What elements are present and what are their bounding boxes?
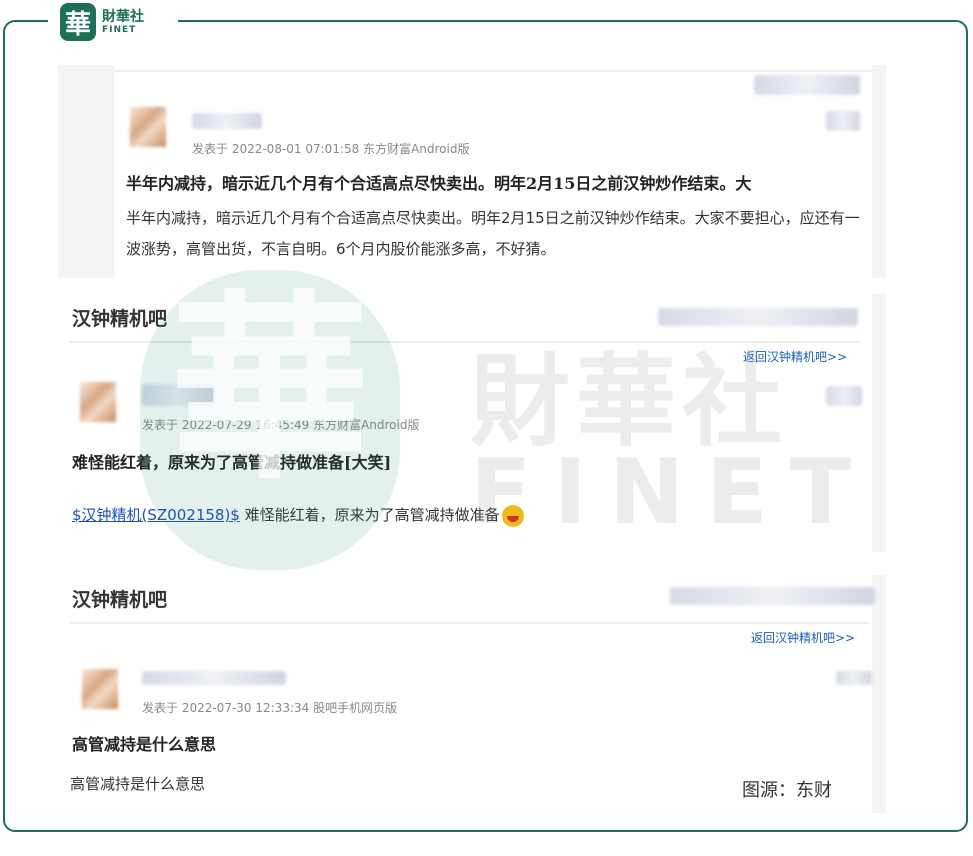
- blurred-username[interactable]: [192, 113, 262, 129]
- section-title[interactable]: 汉钟精机吧: [72, 585, 167, 612]
- blurred-username[interactable]: [142, 384, 214, 406]
- image-source-caption: 图源：东财: [742, 780, 832, 801]
- avatar[interactable]: [130, 107, 166, 147]
- avatar[interactable]: [80, 382, 116, 422]
- avatar[interactable]: [82, 669, 118, 709]
- back-to-forum-link[interactable]: 返回汉钟精机吧>>: [743, 348, 847, 365]
- blurred-username[interactable]: [142, 671, 286, 685]
- stock-link[interactable]: $汉钟精机(SZ002158)$: [72, 506, 240, 524]
- blurred-header-info: [658, 308, 858, 326]
- brand-logo: 華 財華社 FINET: [48, 0, 178, 44]
- brand-name-cn: 財華社: [102, 8, 144, 25]
- post-body: 难怪能红着，原来为了高管减持做准备: [239, 506, 500, 524]
- top-rule: [114, 70, 872, 72]
- blurred-username-header: [754, 75, 860, 95]
- post-body: 高管减持是什么意思: [70, 775, 206, 793]
- post-body-line: $汉钟精机(SZ002158)$ 难怪能红着，原来为了高管减持做准备: [72, 500, 524, 531]
- post-body: 半年内减持，暗示近几个月有个合适高点尽快卖出。明年2月15日之前汉钟炒作结束。大…: [126, 209, 860, 258]
- section-divider: [70, 622, 868, 624]
- section-title[interactable]: 汉钟精机吧: [72, 304, 167, 331]
- blurred-badge: [836, 671, 872, 685]
- post-title[interactable]: 难怪能红着，原来为了高管减持做准备[大笑]: [72, 449, 391, 473]
- finet-logo-icon: 華: [60, 3, 96, 41]
- blurred-header-info: [670, 587, 875, 605]
- blurred-badge: [826, 386, 862, 406]
- post-title[interactable]: 高管减持是什么意思: [72, 731, 216, 755]
- post-card-2: 汉钟精机吧 返回汉钟精机吧>> 发表于 2022-07-29 16:45:49 …: [58, 294, 886, 552]
- back-to-forum-link[interactable]: 返回汉钟精机吧>>: [751, 629, 855, 646]
- laugh-emoji-icon: [501, 504, 524, 527]
- brand-name-en: FINET: [102, 24, 137, 35]
- post-meta: 发表于 2022-07-30 12:33:34 股吧手机网页版: [142, 701, 398, 715]
- post-meta: 发表于 2022-07-29 16:45:49 东方财富Android版: [142, 418, 420, 432]
- blurred-badge: [826, 111, 860, 131]
- post-card-1: 发表于 2022-08-01 07:01:58 东方财富Android版 半年内…: [58, 65, 886, 278]
- post-title[interactable]: 半年内减持，暗示近几个月有个合适高点尽快卖出。明年2月15日之前汉钟炒作结束。大: [126, 170, 751, 194]
- section-divider: [70, 341, 860, 343]
- post-meta: 发表于 2022-08-01 07:01:58 东方财富Android版: [192, 142, 470, 156]
